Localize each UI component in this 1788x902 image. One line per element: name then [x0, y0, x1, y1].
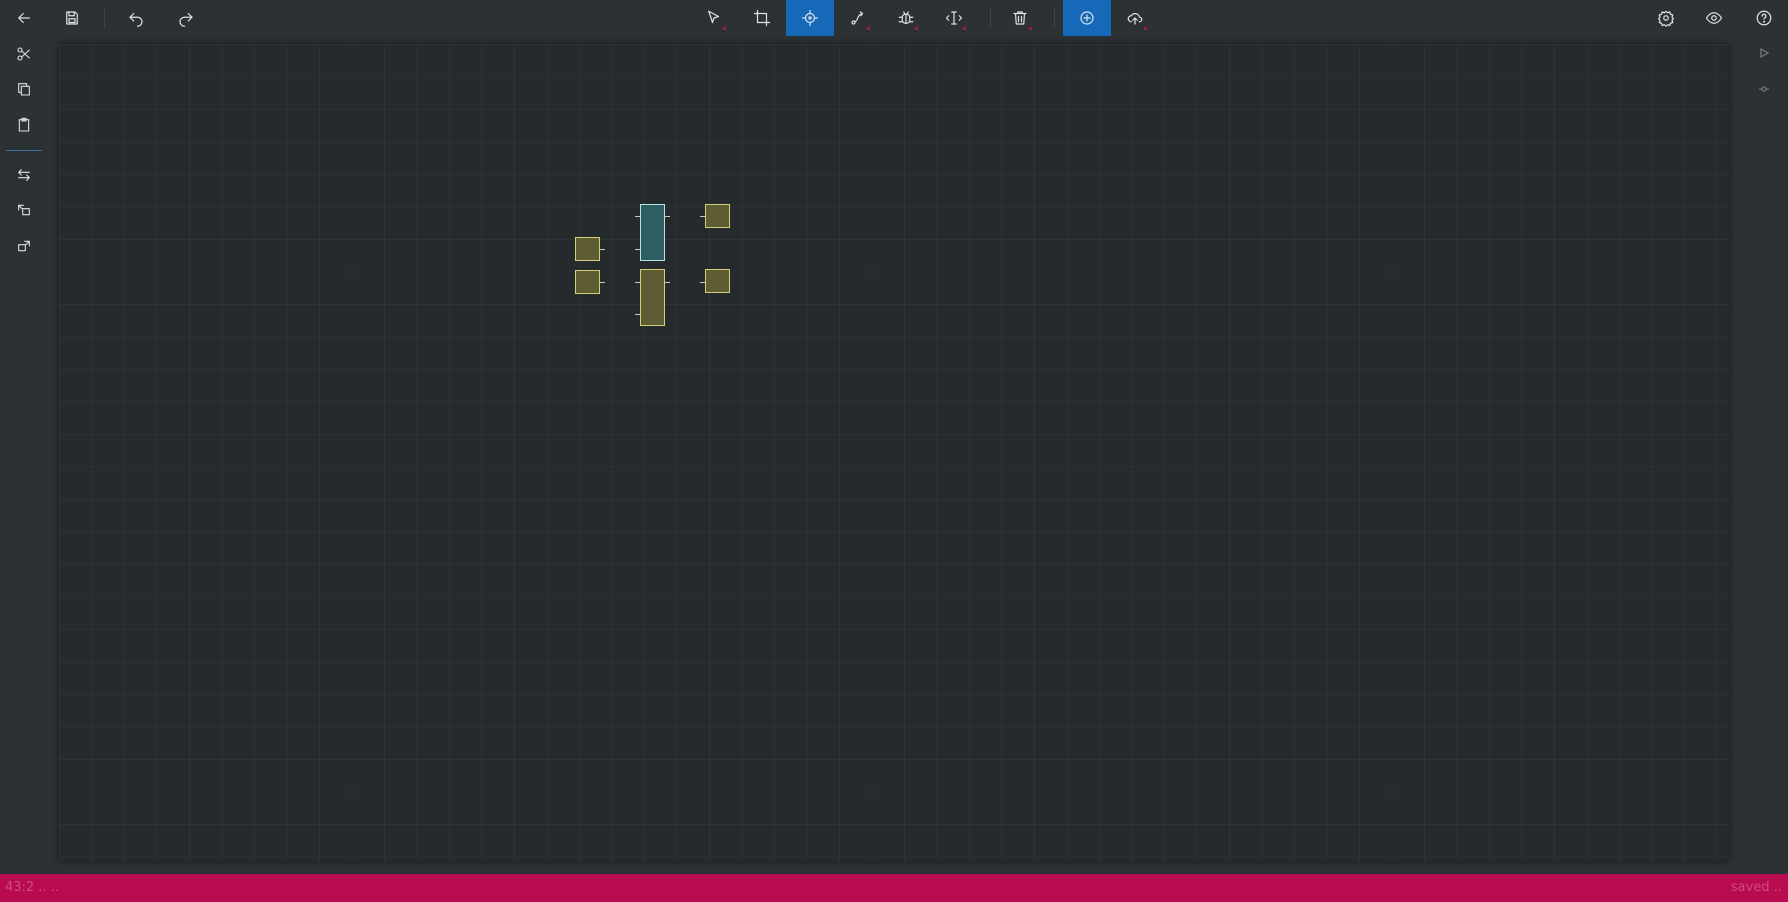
output-pin[interactable] — [600, 249, 605, 250]
crop-icon — [753, 9, 771, 27]
ungroup-button[interactable] — [0, 229, 48, 263]
select-tool-button[interactable] — [690, 0, 738, 36]
cloud-upload-icon — [1126, 9, 1144, 27]
output-node[interactable] — [705, 204, 730, 228]
plus-circle-icon — [1078, 9, 1096, 27]
left-sidebar — [0, 36, 48, 874]
input-node[interactable] — [575, 237, 600, 261]
redo-button[interactable] — [162, 0, 210, 36]
gate-block[interactable] — [640, 269, 665, 326]
toolbar-divider — [1054, 8, 1055, 28]
ungroup-icon — [16, 238, 32, 254]
toolbar-divider — [990, 8, 991, 28]
input-pin[interactable] — [700, 282, 705, 283]
cut-button[interactable] — [0, 37, 48, 71]
shortcut-dot — [867, 27, 870, 30]
input-pin[interactable] — [635, 249, 640, 250]
input-pin[interactable] — [635, 216, 640, 217]
output-node[interactable] — [705, 269, 730, 293]
redo-icon — [177, 9, 195, 27]
save-button[interactable] — [48, 0, 96, 36]
cursor-arrow-icon — [705, 9, 723, 27]
shortcut-dot — [1029, 27, 1032, 30]
top-toolbar — [0, 0, 1788, 36]
arrow-left-icon — [15, 9, 33, 27]
shortcut-dot — [915, 27, 918, 30]
cloud-upload-button[interactable] — [1111, 0, 1159, 36]
crosshair-move-icon — [801, 9, 819, 27]
play-button[interactable] — [1748, 38, 1780, 68]
text-tool-button[interactable] — [930, 0, 978, 36]
bug-icon — [897, 9, 915, 27]
settings-button[interactable] — [1642, 0, 1690, 36]
shortcut-dot — [723, 27, 726, 30]
save-status: saved .. — [1730, 880, 1782, 895]
gate-block-selected[interactable] — [640, 204, 665, 261]
copy-button[interactable] — [0, 72, 48, 106]
help-button[interactable] — [1740, 0, 1788, 36]
shortcut-dot — [963, 27, 966, 30]
swap-arrows-icon — [16, 167, 32, 183]
play-icon — [1758, 47, 1770, 59]
sidebar-divider — [6, 150, 42, 151]
input-pin[interactable] — [700, 216, 705, 217]
input-node[interactable] — [575, 270, 600, 294]
step-button[interactable] — [1748, 74, 1780, 104]
swap-button[interactable] — [0, 158, 48, 192]
group-icon — [16, 202, 32, 218]
wire-route-icon — [849, 9, 867, 27]
status-bar: 43:2 .. .. saved .. — [0, 874, 1788, 902]
copy-icon — [16, 81, 32, 97]
toolbar-divider — [104, 8, 105, 28]
output-pin[interactable] — [665, 282, 670, 283]
shortcut-dot — [1144, 27, 1147, 30]
debug-tool-button[interactable] — [882, 0, 930, 36]
wire-tool-button[interactable] — [834, 0, 882, 36]
view-button[interactable] — [1690, 0, 1738, 36]
eye-icon — [1705, 9, 1723, 27]
output-pin[interactable] — [665, 216, 670, 217]
move-tool-button[interactable] — [786, 0, 834, 36]
output-pin[interactable] — [600, 282, 605, 283]
cursor-coordinates: 43:2 .. .. — [5, 880, 59, 895]
floppy-disk-icon — [63, 9, 81, 27]
clipboard-icon — [16, 117, 32, 133]
step-icon — [1758, 83, 1770, 95]
paste-button[interactable] — [0, 108, 48, 142]
circuit-canvas[interactable] — [59, 44, 1729, 861]
text-cursor-icon — [945, 9, 963, 27]
help-circle-icon — [1755, 9, 1773, 27]
trash-icon — [1011, 9, 1029, 27]
crop-tool-button[interactable] — [738, 0, 786, 36]
delete-button[interactable] — [996, 0, 1044, 36]
add-component-button[interactable] — [1063, 0, 1111, 36]
undo-button[interactable] — [112, 0, 160, 36]
back-button[interactable] — [0, 0, 48, 36]
gear-icon — [1657, 9, 1675, 27]
group-button[interactable] — [0, 193, 48, 227]
input-pin[interactable] — [635, 282, 640, 283]
scissors-icon — [16, 46, 32, 62]
undo-icon — [127, 9, 145, 27]
input-pin[interactable] — [635, 314, 640, 315]
